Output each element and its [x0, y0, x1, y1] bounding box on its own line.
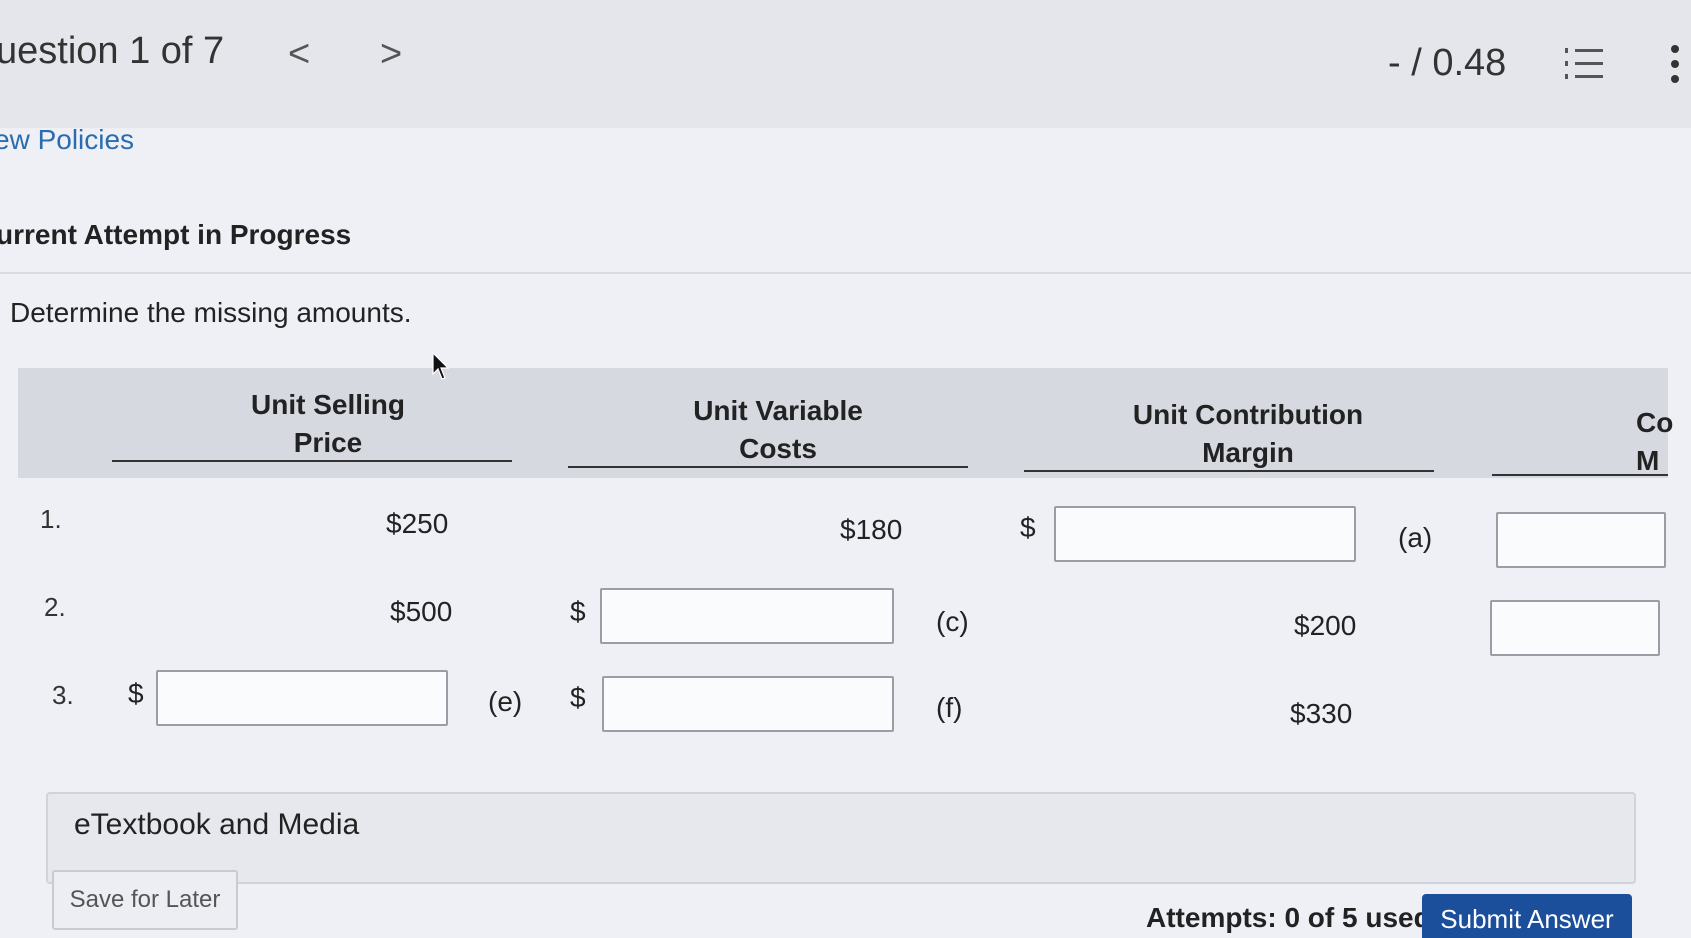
row1-margin-input[interactable]: [1054, 506, 1356, 562]
label-c: (c): [936, 606, 969, 637]
chevron-left-icon[interactable]: <: [288, 34, 310, 74]
dollar-sign: $: [570, 596, 586, 627]
header-unit-variable-costs: Unit Variable Costs: [648, 392, 908, 468]
label-a: (a): [1398, 522, 1433, 553]
label-e: (e): [488, 686, 523, 717]
top-bar: uestion 1 of 7 < > - / 0.48: [0, 0, 1691, 128]
submit-answer-button[interactable]: Submit Answer: [1422, 894, 1632, 938]
save-for-later-button[interactable]: Save for Later: [52, 870, 238, 930]
row2-variable-cost-input[interactable]: [600, 588, 894, 644]
table-header: Unit Selling Price Unit Variable Costs U…: [18, 368, 1673, 478]
header-line: Costs: [739, 433, 817, 464]
mouse-pointer-icon: [432, 352, 450, 380]
row-number: 3.: [52, 680, 74, 710]
row3-selling-price-input[interactable]: [156, 670, 448, 726]
attempts-counter: Attempts: 0 of 5 used: [1146, 902, 1431, 933]
row2-margin: $200: [1294, 610, 1357, 641]
policies-link[interactable]: ew Policies: [0, 124, 134, 156]
row-number: 2.: [44, 592, 66, 622]
chevron-right-icon[interactable]: >: [380, 34, 402, 74]
row3-margin: $330: [1290, 698, 1353, 729]
row1-selling-price: $250: [386, 508, 449, 539]
header-line: Co: [1636, 407, 1674, 438]
row2-cutoff-input[interactable]: [1490, 600, 1660, 656]
instructions: Determine the missing amounts.: [10, 297, 412, 328]
attempt-status: urrent Attempt in Progress: [0, 219, 352, 250]
header-cut-off-column: Co M: [1636, 404, 1676, 480]
divider: [0, 272, 1691, 274]
more-vertical-icon[interactable]: [1668, 44, 1682, 84]
dollar-sign: $: [128, 678, 144, 709]
question-counter: uestion 1 of 7: [0, 30, 225, 72]
dollar-sign: $: [1020, 512, 1036, 543]
header-line: Unit Variable: [693, 395, 863, 426]
header-underline: [568, 466, 968, 468]
etextbook-panel[interactable]: eTextbook and Media: [46, 792, 1636, 884]
header-underline: [1024, 470, 1434, 472]
header-underline: [112, 460, 512, 462]
header-line: Price: [293, 427, 363, 458]
row-number: 1.: [40, 504, 62, 534]
row1-cutoff-input[interactable]: [1496, 512, 1666, 568]
header-unit-selling-price: Unit Selling Price: [208, 386, 448, 462]
row2-selling-price: $500: [390, 596, 453, 627]
row3-variable-cost-input[interactable]: [602, 676, 894, 732]
etextbook-label: eTextbook and Media: [74, 808, 360, 841]
header-line: Margin: [1202, 437, 1294, 468]
score-display: - / 0.48: [1388, 42, 1507, 84]
dollar-sign: $: [570, 682, 586, 713]
header-unit-contribution-margin: Unit Contribution Margin: [1078, 396, 1418, 472]
header-underline: [1492, 474, 1668, 476]
row1-variable-cost: $180: [840, 514, 903, 545]
numbered-list-icon[interactable]: [1565, 46, 1605, 82]
header-line: Unit Contribution: [1132, 399, 1364, 430]
label-f: (f): [936, 692, 963, 723]
header-line: Unit Selling: [251, 389, 405, 420]
